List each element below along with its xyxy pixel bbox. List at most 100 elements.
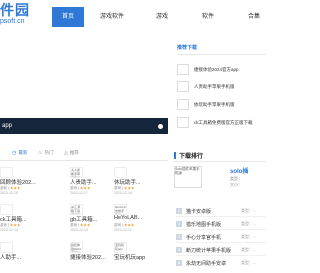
item-label[interactable]: ck工具箱免费版官方正版下载 (194, 120, 253, 126)
divider (176, 229, 266, 230)
app-card[interactable]: 人人贵助手苹果手机版 人贵助手... 游戏 | ★★★ 2023-12-17 (70, 167, 114, 197)
app-thumbnail[interactable] (0, 204, 13, 215)
app-date: 2023-12-18 (0, 191, 18, 195)
nav-software[interactable]: 软件 (188, 7, 228, 27)
app-thumbnail[interactable] (0, 242, 13, 253)
app-card[interactable]: ck工具箱... 游戏 | ★★★ 2023-12-14 (0, 204, 44, 234)
rating-stars: ★★★ (9, 223, 21, 227)
recommended-item[interactable]: 依玩助手苹果手机版 (177, 99, 266, 117)
site-header: 件园 psoft.cn 首页 游戏软件 游戏 软件 合集 (0, 0, 266, 33)
recommended-title: 推荐下载 (177, 45, 198, 51)
ranking-title: 下载排行 (174, 151, 203, 160)
rank-type: 类型：... (241, 260, 257, 265)
rating-stars: ★★★ (123, 223, 135, 227)
app-card[interactable]: 休玩助手... 游戏 | ★★★ 2023-12-16 (114, 167, 158, 197)
ranking-top-item[interactable]: Solo插件苹果手机版 solo插 类型： 大小： (174, 166, 266, 192)
app-thumbnail[interactable]: 宝玩机玩app (114, 242, 127, 253)
item-label[interactable]: 依玩助手苹果手机版 (194, 102, 235, 108)
app-card[interactable]: 回顾体验202... 游戏 | ★★★ 2023-12-18 (0, 167, 44, 197)
ranking-row[interactable]: 2 猫卡安卓版 类型：... (176, 207, 266, 217)
nav-collections[interactable]: 合集 (234, 7, 274, 27)
tab-label: 热门 (44, 150, 54, 155)
thumbs-up-icon: △ (64, 150, 68, 156)
app-card[interactable]: 宝玩机玩app 宝玩机玩app (114, 242, 158, 272)
item-thumbnail[interactable] (177, 64, 189, 75)
tab-latest[interactable]: ◷ 最新 (12, 150, 27, 156)
tab-label: 推荐 (69, 150, 79, 155)
tab-recommended[interactable]: △ 推荐 (64, 150, 79, 156)
site-logo-domain: psoft.cn (0, 18, 25, 25)
main-nav: 首页 游戏软件 游戏 软件 合集 (52, 7, 274, 27)
ranking-row[interactable]: 4 手心分享官手机 类型：... (176, 233, 266, 243)
content-tabs: ◷ 最新 ♨ 热门 △ 推荐 (0, 148, 168, 161)
app-card[interactable]: gb工具箱下载手机版 gb工具箱... 游戏 | ★★★ 2023-12-13 (70, 204, 114, 234)
app-title[interactable]: 回顾体验202... (0, 178, 36, 186)
app-title[interactable]: ck工具箱... (0, 215, 27, 223)
divider (176, 255, 266, 256)
rank-type: 类型：... (241, 208, 257, 213)
rating-stars: ★★★ (123, 186, 135, 190)
app-title[interactable]: 人助手... (0, 253, 21, 261)
recommended-item[interactable]: 捷接体验2024官方app (177, 64, 266, 82)
app-title[interactable]: gb工具箱... (70, 215, 97, 223)
rank-type: 类型：... (241, 247, 257, 252)
hero-caption[interactable]: app (0, 118, 168, 134)
rank-number: 2 (176, 208, 182, 214)
app-date: 2023-12-14 (0, 228, 18, 232)
rank-name[interactable]: 猎乐地图手机版 (186, 221, 221, 228)
tab-hot[interactable]: ♨ 热门 (38, 150, 53, 156)
app-card[interactable]: HeYoLAB吉他手机版 HeYoLAB... 游戏 | ★★★ 2023-12… (114, 204, 158, 234)
ranking-top-logo: solo插 (230, 169, 249, 175)
app-thumbnail[interactable]: 人人贵助手苹果手机版 (70, 167, 83, 178)
app-card[interactable]: 人助手... (0, 242, 44, 272)
app-date: 2023-12-16 (114, 191, 132, 195)
app-thumbnail[interactable] (0, 167, 13, 178)
rank-number: 4 (176, 234, 182, 240)
nav-home[interactable]: 首页 (52, 7, 84, 27)
item-thumbnail[interactable] (177, 81, 189, 92)
item-label[interactable]: 捷接体验2024官方app (194, 67, 239, 73)
ranking-top-thumbnail[interactable]: Solo插件苹果手机版 (174, 166, 202, 188)
nav-game-software[interactable]: 游戏软件 (90, 7, 134, 27)
rank-name[interactable]: 猫卡安卓版 (186, 208, 211, 215)
app-title[interactable]: 捷接体验202... (70, 253, 106, 261)
rank-name[interactable]: 永劫无间助手安卓 (186, 260, 226, 267)
app-title[interactable]: 人贵助手... (70, 178, 97, 186)
rank-number: 6 (176, 260, 182, 266)
rank-type: 类型：... (241, 234, 257, 239)
app-thumbnail[interactable] (114, 167, 127, 178)
divider (174, 161, 266, 162)
clock-icon: ◷ (12, 150, 17, 156)
item-thumbnail[interactable] (177, 99, 189, 110)
app-title[interactable]: 宝玩机玩app (114, 253, 145, 261)
item-thumbnail[interactable] (177, 117, 189, 128)
rank-name[interactable]: 手心分享官手机 (186, 234, 221, 241)
app-date: 2023-12-13 (70, 228, 88, 232)
rank-number: 3 (176, 221, 182, 227)
app-thumbnail[interactable]: HeYoLAB吉他手机版 (114, 204, 127, 215)
recommended-item[interactable]: ck工具箱免费版官方正版下载 (177, 117, 266, 135)
tab-label: 最新 (18, 150, 28, 155)
rating-stars: ★★★ (79, 223, 91, 227)
app-card[interactable]: 捷接体验2024官网版 捷接体验202... (70, 242, 114, 272)
app-title[interactable]: HeYoLAB... (114, 215, 142, 221)
title-accent-bar (174, 152, 176, 159)
divider (177, 54, 266, 55)
app-thumbnail[interactable]: gb工具箱下载手机版 (70, 204, 83, 215)
item-label[interactable]: 人贵助手苹果手机版 (194, 84, 235, 90)
ranking-row[interactable]: 5 断刀统计苹果手机版 类型：... (176, 246, 266, 256)
nav-games[interactable]: 游戏 (142, 7, 182, 27)
rating-stars: ★★★ (9, 186, 21, 190)
rank-name[interactable]: 断刀统计苹果手机版 (186, 247, 231, 254)
carousel-dot[interactable] (158, 124, 163, 129)
app-title[interactable]: 休玩助手... (114, 178, 141, 186)
ranking-row[interactable]: 6 永劫无间助手安卓 类型：... (176, 259, 266, 269)
rank-number: 5 (176, 247, 182, 253)
app-thumbnail[interactable]: 捷接体验2024官网版 (70, 242, 83, 253)
site-logo[interactable]: 件园 (0, 0, 30, 20)
recommended-item[interactable]: 人贵助手苹果手机版 (177, 81, 266, 99)
app-date: 2023-12-17 (70, 191, 88, 195)
ranking-row[interactable]: 3 猎乐地图手机版 类型：... (176, 220, 266, 230)
ranking-top-size: 大小： (230, 182, 242, 187)
rating-stars: ★★★ (79, 186, 91, 190)
